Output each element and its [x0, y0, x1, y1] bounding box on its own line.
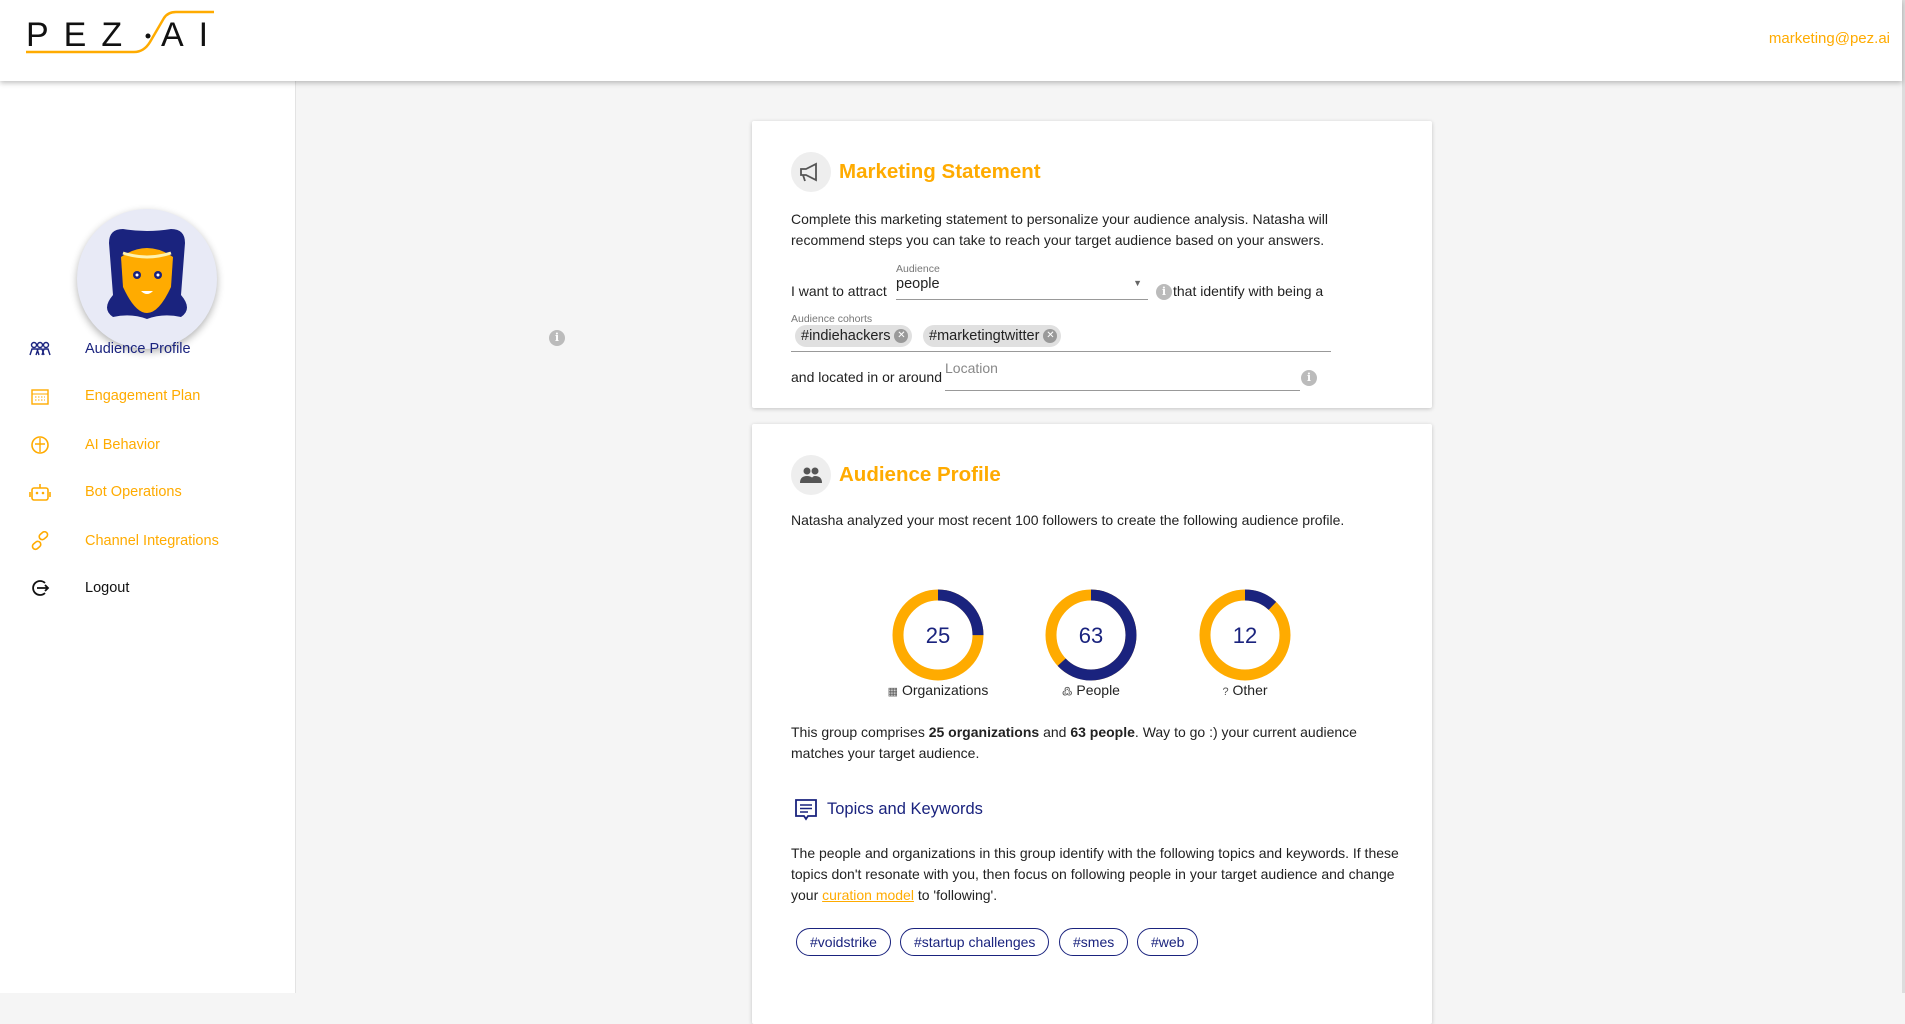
topics-description: The people and organizations in this gro… [791, 843, 1401, 906]
logo-wordmark: PEZ AI [26, 16, 220, 54]
location-input[interactable]: Location [945, 354, 1300, 391]
chip-label: #indiehackers [801, 328, 891, 344]
profile-summary: This group comprises 25 organizations an… [791, 722, 1391, 764]
organizations-donut: 25 [892, 589, 984, 681]
profile-description: Natasha analyzed your most recent 100 fo… [791, 512, 1345, 528]
cohort-chip: #indiehackers ✕ [795, 325, 913, 347]
info-icon[interactable]: i [1156, 284, 1172, 300]
marketing-statement-card: Marketing Statement Complete this market… [549, 121, 1432, 408]
summary-bold: 63 people [1070, 724, 1135, 740]
building-icon: ▦ [887, 686, 899, 698]
label-text: Organizations [901, 682, 989, 698]
topics-title: Topics and Keywords [827, 800, 983, 818]
logout-icon [28, 576, 52, 600]
question-icon: ? [1222, 686, 1229, 698]
topics-text: to 'following'. [913, 887, 998, 903]
link-icon [28, 529, 52, 553]
donut-value-label: 25 [926, 623, 950, 648]
identify-suffix: that identify with being a [1173, 283, 1324, 299]
card-title: Audience Profile [839, 463, 1001, 486]
topic-chip[interactable]: #web [1137, 928, 1199, 956]
sidebar: Audience Profile Engagement Plan AI Beha… [0, 81, 296, 993]
sidebar-item-logout[interactable]: Logout [0, 568, 296, 608]
topic-chip[interactable]: #smes [1059, 928, 1129, 956]
dropdown-arrow-icon: ▼ [1133, 278, 1142, 288]
location-prefix: and located in or around [791, 369, 942, 385]
topics-icon [794, 798, 818, 827]
curation-model-link[interactable]: curation model [822, 887, 914, 903]
remove-chip-icon[interactable]: ✕ [894, 329, 909, 343]
svg-text:PEZ: PEZ [26, 16, 137, 54]
pez-ai-logo[interactable]: PEZ AI [24, 10, 220, 66]
audience-label: Audience [896, 263, 940, 275]
megaphone-icon [791, 152, 831, 192]
sidebar-item-audience-profile[interactable]: Audience Profile [0, 329, 296, 369]
user-email[interactable]: marketing@pez.ai [1769, 30, 1890, 47]
audience-icon [28, 337, 52, 361]
attract-prefix: I want to attract [791, 283, 887, 299]
cohort-chip: #marketingtwitter ✕ [923, 325, 1062, 347]
sidebar-item-bot-operations[interactable]: Bot Operations [0, 472, 296, 512]
sidebar-item-channel-integrations[interactable]: Channel Integrations [0, 521, 296, 561]
people-label: ߷ People [1011, 682, 1171, 699]
avatar [77, 209, 217, 349]
audience-profile-card: Audience Profile Natasha analyzed your m… [752, 424, 1432, 1024]
robot-icon [28, 480, 52, 504]
summary-bold: 25 organizations [928, 724, 1040, 740]
remove-chip-icon[interactable]: ✕ [1043, 329, 1058, 343]
people-icon [791, 455, 831, 495]
info-icon[interactable]: i [1301, 370, 1317, 386]
people-small-icon: ߷ [1062, 686, 1073, 698]
summary-text: and [1039, 724, 1071, 740]
sidebar-item-ai-behavior[interactable]: AI Behavior [0, 425, 296, 465]
label-text: Other [1232, 682, 1268, 698]
other-donut: 12 [1199, 589, 1291, 681]
marketing-description: Complete this marketing statement to per… [791, 211, 1328, 248]
topic-chip[interactable]: #voidstrike [796, 928, 891, 956]
donut-value-label: 63 [1079, 623, 1103, 648]
cohorts-input[interactable]: #indiehackers ✕ #marketingtwitter ✕ [791, 325, 1331, 352]
location-placeholder: Location [945, 360, 998, 376]
donut-value-label: 12 [1233, 623, 1257, 648]
card-title: Marketing Statement [839, 160, 1041, 183]
top-header: PEZ AI marketing@pez.ai [0, 0, 1902, 81]
label-text: People [1076, 682, 1120, 698]
info-icon[interactable]: i [549, 330, 565, 346]
other-label: ? Other [1165, 682, 1325, 698]
svg-text:AI: AI [161, 16, 220, 54]
people-donut: 63 [1045, 589, 1137, 681]
audience-value: people [896, 276, 940, 292]
sidebar-item-engagement-plan[interactable]: Engagement Plan [0, 376, 296, 416]
audience-select[interactable]: people ▼ [896, 276, 1148, 300]
summary-text: This group comprises [791, 724, 929, 740]
topic-chip[interactable]: #startup challenges [900, 928, 1050, 956]
chip-label: #marketingtwitter [929, 328, 1040, 344]
brain-icon [28, 433, 52, 457]
cohorts-label: Audience cohorts [791, 313, 873, 325]
calendar-icon [28, 384, 52, 408]
organizations-label: ▦ Organizations [858, 682, 1018, 698]
